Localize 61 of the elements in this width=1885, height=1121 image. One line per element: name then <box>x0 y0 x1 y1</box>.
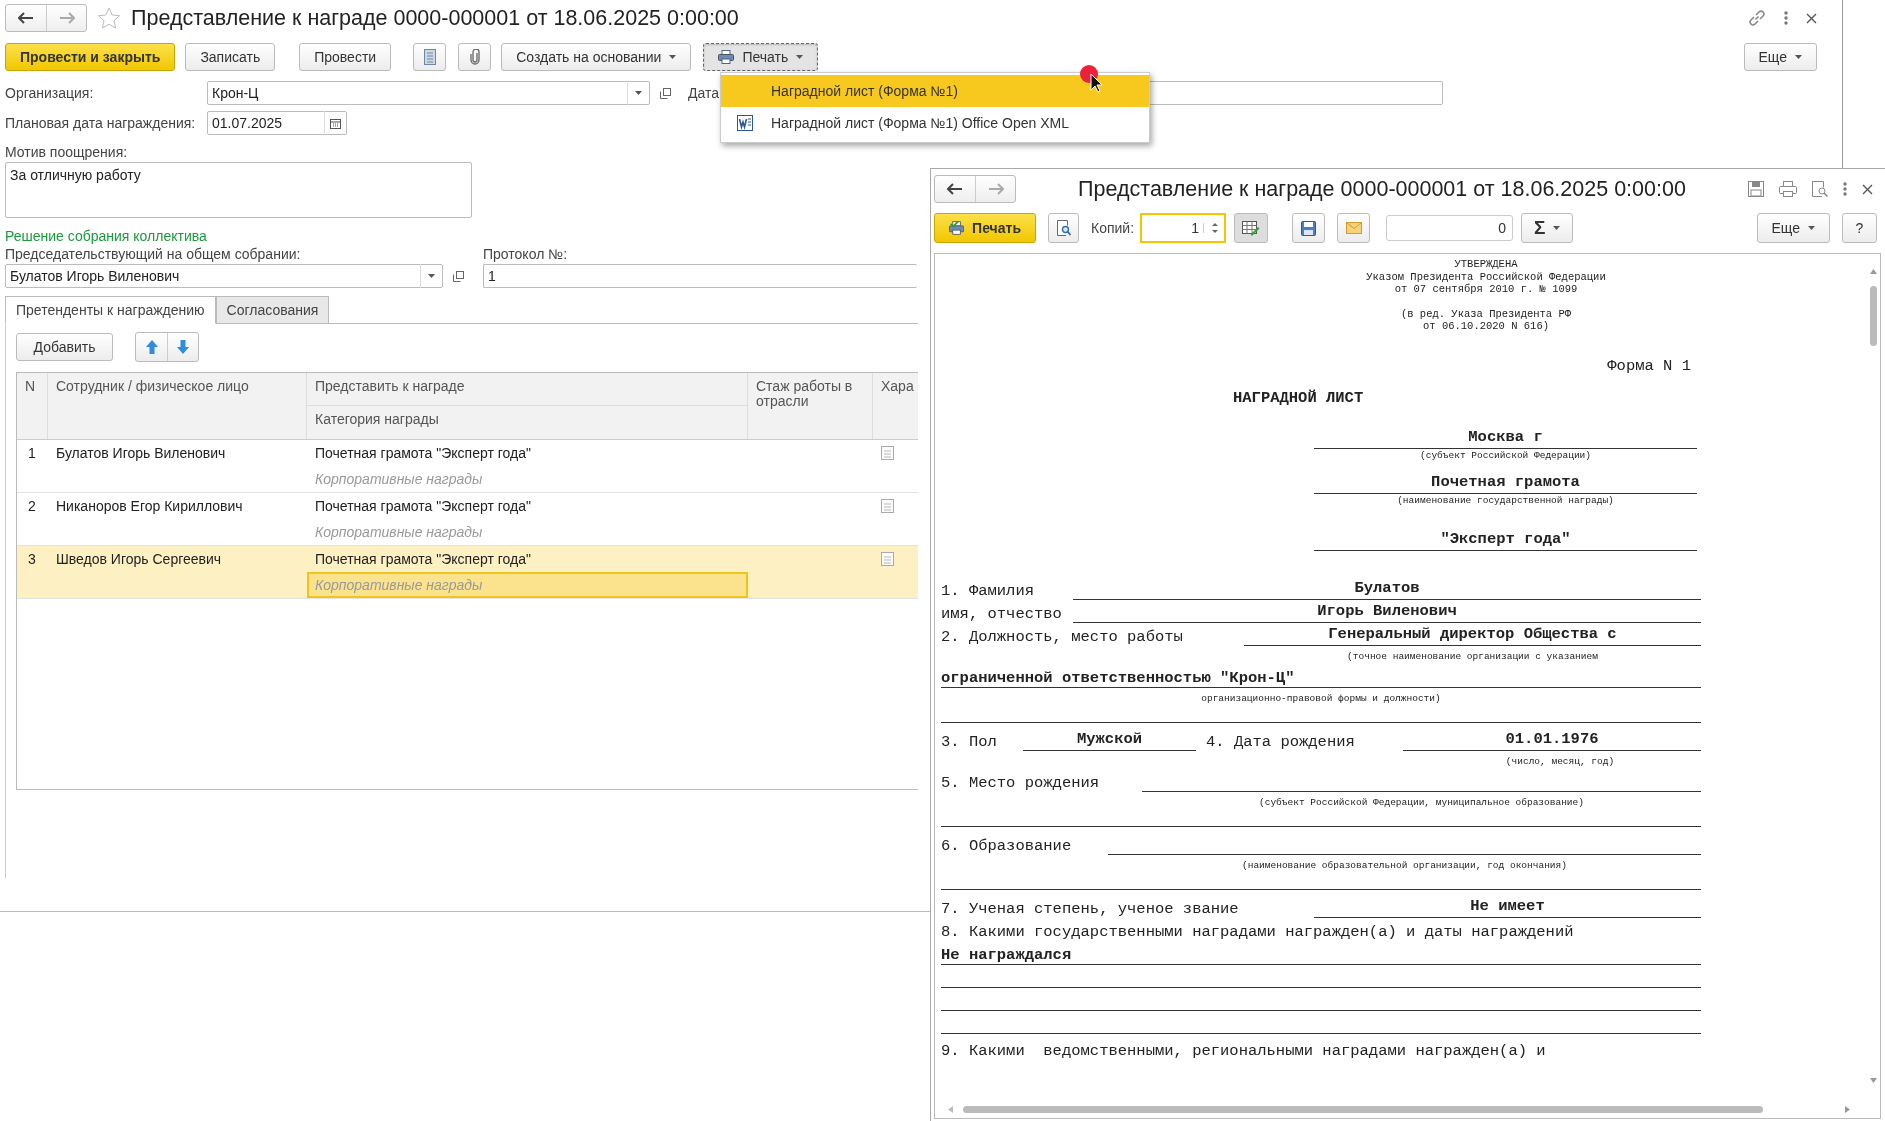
field-caption: (субъект Российской Федерации, муниципальное образование) <box>1259 796 1584 808</box>
table-cell: 2 <box>28 498 36 514</box>
field-caption: (число, месяц, год) <box>1505 755 1615 767</box>
table-cell: Никаноров Егор Кириллович <box>56 498 243 514</box>
revision-note: (в ред. Указа Президента РФ от 06.10.2020 N 616) <box>1399 307 1573 333</box>
field-caption: (субъект Российской Федерации) <box>1419 448 1592 462</box>
sum-field: 0 <box>1386 215 1514 241</box>
field-label: Протокол №: <box>483 246 568 262</box>
field-label: имя, отчество <box>941 604 1063 623</box>
field-caption: (наименование образовательной организации, год окончания) <box>1242 859 1567 871</box>
table-cell: Почетная грамота "Эксперт года" <box>315 551 531 567</box>
field-caption: (наименование государственной награды) <box>1396 493 1615 507</box>
column-header: Стаж работы в отрасли <box>748 373 873 439</box>
field-label: 9. Какими ведомственными, региональными наградами награжден(а) и <box>941 1041 1546 1060</box>
table-cell: Корпоративные награды <box>315 524 483 540</box>
field-label: 1. Фамилия <box>941 581 1035 600</box>
field-value: Игорь Виленович <box>1073 600 1701 623</box>
table-cell: Корпоративные награды <box>315 471 483 487</box>
table-cell: 3 <box>28 551 36 567</box>
field-label: Дата <box>688 85 719 101</box>
field-label: Мотив поощрения: <box>5 144 128 160</box>
field-value: 01.01.1976 <box>1403 728 1701 751</box>
field-label: Председательствующий на общем собрании: <box>5 246 301 262</box>
field-label: 7. Ученая степень, ученое звание <box>941 899 1240 918</box>
column-header: N <box>17 373 48 439</box>
field-value: Не награждался <box>941 945 1072 964</box>
field-caption: (точное наименование организации с указанием <box>1347 650 1598 662</box>
section-title: Решение собрания коллектива <box>5 228 207 244</box>
column-header: Хара <box>880 377 915 396</box>
column-header: Сотрудник / физическое лицо <box>48 373 307 439</box>
table-cell: Булатов Игорь Виленович <box>56 445 226 461</box>
field-value: ограниченной ответственностью "Крон-Ц" <box>941 668 1295 687</box>
field-value: Булатов <box>1073 577 1701 600</box>
approval-note: УТВЕРЖДЕНА Указом Президента Российской Федерации от 07 сентября 2010 г. № 1099 <box>1365 258 1607 296</box>
document-heading: НАГРАДНОЙ ЛИСТ <box>1233 388 1364 407</box>
field-label: Плановая дата награждения: <box>5 115 197 131</box>
field-label: Организация: <box>5 85 95 101</box>
copies-label: Копий: <box>1091 220 1135 236</box>
field-value: Не имеет <box>1314 895 1701 918</box>
field-caption: организационно-правовой формы и должности) <box>1201 692 1441 704</box>
award-name-value: "Эксперт года" <box>1314 528 1697 551</box>
table-cell: Корпоративные награды <box>315 577 483 593</box>
table-cell: 1 <box>28 445 36 461</box>
region-value: Москва г <box>1314 426 1697 449</box>
window-title: Представление к награде 0000-000001 от 18.06.2025 0:00:00 <box>1077 176 1687 202</box>
column-header: Категория награды <box>307 406 748 439</box>
column-header: Представить к награде <box>307 373 748 406</box>
field-value: Мужской <box>1023 728 1196 751</box>
window-title: Представление к награде 0000-000001 от 18.06.2025 0:00:00 <box>131 5 739 31</box>
form-number: Форма N 1 <box>1607 356 1691 375</box>
table-cell: Почетная грамота "Эксперт года" <box>315 498 531 514</box>
field-label: 8. Какими государственными наградами награжден(а) и даты награждений <box>941 922 1574 941</box>
field-label: 6. Образование <box>941 836 1073 855</box>
table-cell: Почетная грамота "Эксперт года" <box>315 445 531 461</box>
field-label: 3. Пол <box>941 732 998 751</box>
field-label: 5. Место рождения <box>941 773 1101 792</box>
field-value: Генеральный директор Общества с <box>1244 623 1701 646</box>
award-value: Почетная грамота <box>1314 471 1697 494</box>
field-label: 2. Должность, место работы <box>941 627 1184 646</box>
table-cell: Шведов Игорь Сергеевич <box>56 551 222 567</box>
field-label: 4. Дата рождения <box>1206 732 1356 751</box>
